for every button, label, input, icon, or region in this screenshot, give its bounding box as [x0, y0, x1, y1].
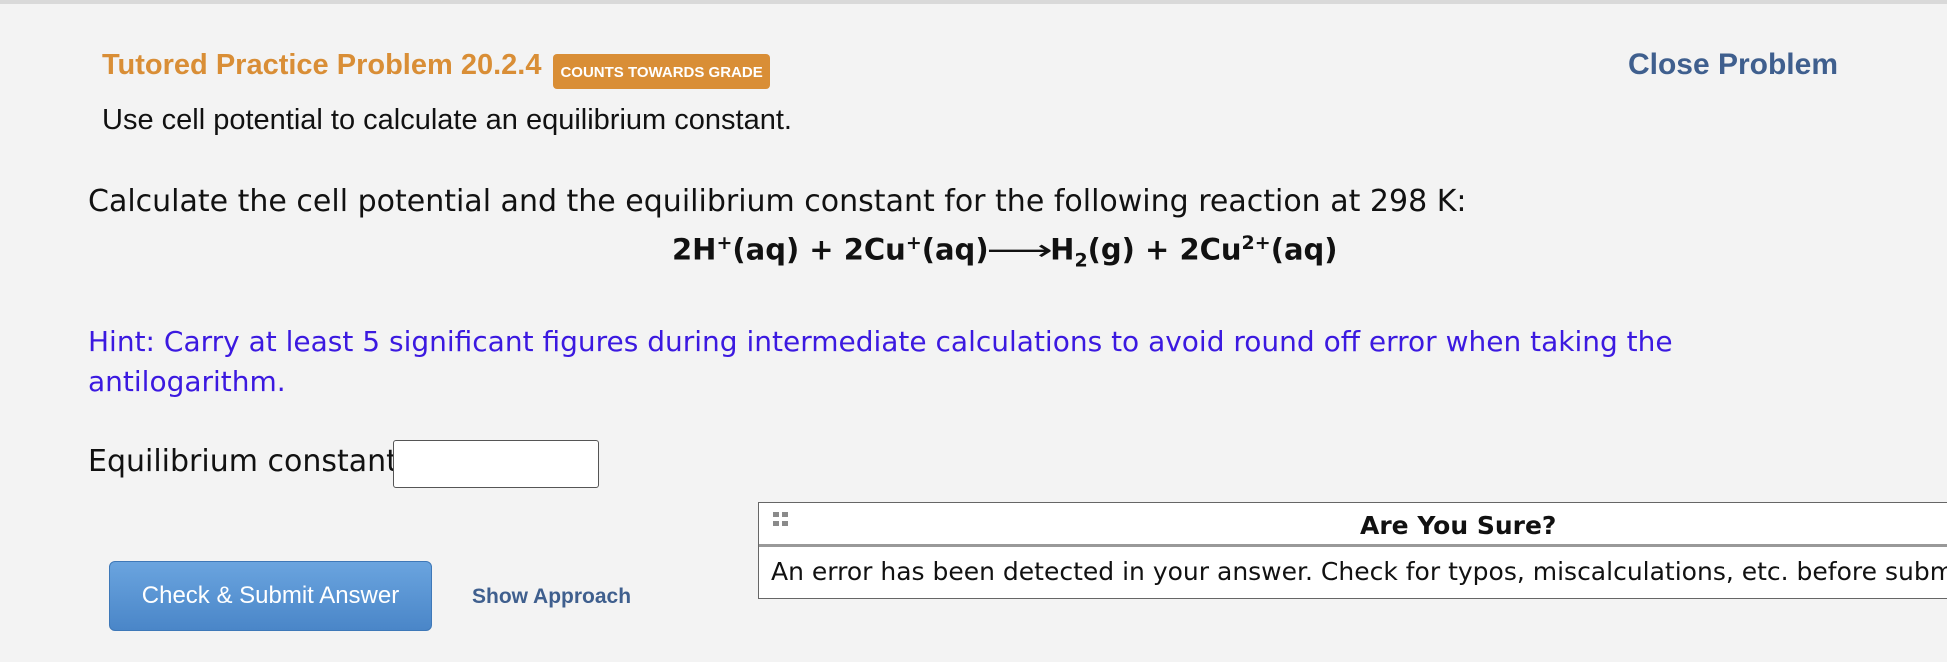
close-problem-link[interactable]: Close Problem — [1628, 48, 1838, 82]
question-prompt: Calculate the cell potential and the equ… — [88, 184, 1467, 219]
reaction-equation: 2H+(aq) + 2Cu+(aq)⟶H2(g) + 2Cu2+(aq) — [672, 232, 1338, 271]
product1-formula: H — [1050, 232, 1075, 267]
show-approach-link[interactable]: Show Approach — [472, 585, 631, 609]
problem-subtitle: Use cell potential to calculate an equil… — [102, 104, 792, 136]
reactant2-state: (aq) — [921, 232, 989, 267]
product1-subscript: 2 — [1074, 249, 1088, 272]
reactant1-charge: + — [716, 232, 733, 254]
product1-state: (g) + — [1087, 232, 1180, 267]
dialog-message: An error has been detected in your answe… — [771, 557, 1947, 586]
reactant1-state: (aq) + — [732, 232, 844, 267]
equilibrium-constant-label: Equilibrium constant: — [88, 444, 409, 479]
problem-title: Tutored Practice Problem 20.2.4 — [102, 49, 542, 81]
reaction-arrow: ⟶ — [986, 232, 1053, 267]
reactant2-charge: + — [905, 232, 922, 254]
dialog-header: Are You Sure? — [759, 503, 1947, 547]
product2-charge: 2+ — [1241, 232, 1271, 254]
check-submit-button[interactable]: Check & Submit Answer — [109, 561, 432, 631]
dialog-title: Are You Sure? — [1360, 511, 1557, 540]
product2-state: (aq) — [1270, 232, 1338, 267]
product2-formula: 2Cu — [1179, 232, 1242, 267]
hint-text: Hint: Carry at least 5 significant figur… — [88, 325, 1673, 398]
are-you-sure-dialog: Are You Sure? An error has been detected… — [758, 502, 1947, 599]
top-divider — [0, 0, 1947, 4]
equilibrium-constant-input[interactable] — [393, 440, 599, 488]
grade-badge: COUNTS TOWARDS GRADE — [553, 54, 770, 89]
problem-header: Tutored Practice Problem 20.2.4 COUNTS T… — [102, 48, 770, 89]
reactant2-formula: 2Cu — [843, 232, 906, 267]
reactant1-formula: 2H — [672, 232, 717, 267]
drag-handle-icon[interactable] — [773, 512, 791, 530]
